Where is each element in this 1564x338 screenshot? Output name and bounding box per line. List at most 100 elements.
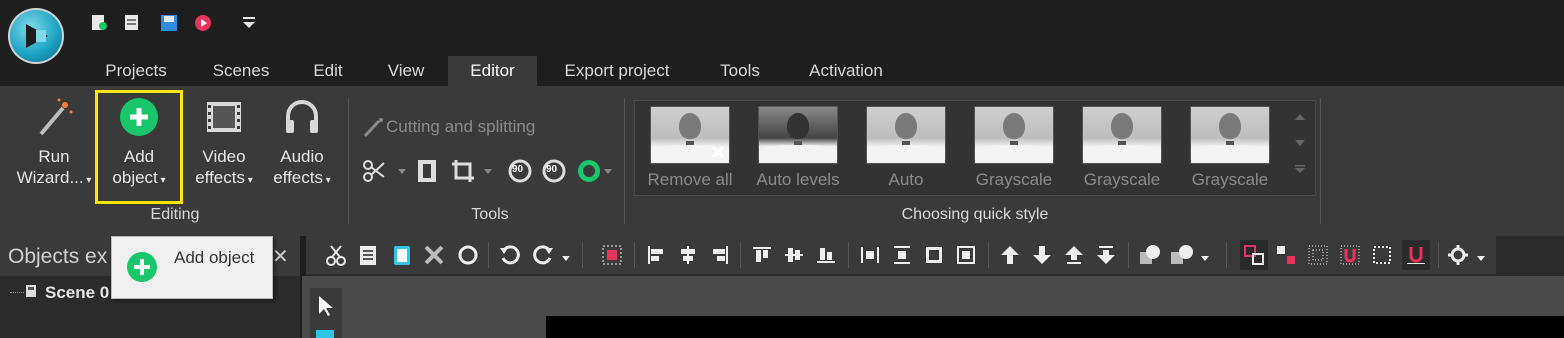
settings-gear-icon[interactable] <box>1446 240 1492 270</box>
scroll-down-icon[interactable] <box>1290 130 1310 156</box>
open-project-icon[interactable] <box>123 14 141 32</box>
tools-group-label: Tools <box>471 206 509 223</box>
headphones-icon <box>281 96 323 138</box>
snap-to-objects-icon[interactable] <box>1240 240 1268 270</box>
style-thumb-remove-all[interactable] <box>650 106 730 164</box>
rotate-right-button[interactable]: 90 <box>540 158 568 184</box>
trim-button[interactable] <box>414 158 440 184</box>
rotate-left-button[interactable]: 90 <box>506 158 534 184</box>
stabilize-button[interactable] <box>576 158 614 184</box>
tab-view[interactable]: View <box>370 56 442 86</box>
tab-projects[interactable]: Projects <box>90 56 182 86</box>
align-center-icon[interactable] <box>674 240 702 270</box>
ribbon-separator <box>1320 98 1321 224</box>
scissors-button[interactable] <box>362 158 408 184</box>
run-wizard-label-2: Wizard... <box>16 168 84 187</box>
tree-item-scene[interactable]: Scene 0 <box>45 283 109 303</box>
magnet-snap-icon[interactable] <box>1402 240 1430 270</box>
toolbar-separator <box>1226 242 1227 268</box>
safe-area-icon[interactable] <box>1368 240 1396 270</box>
tab-activation[interactable]: Activation <box>794 56 898 86</box>
crop-button[interactable] <box>450 158 496 184</box>
toolbar-separator <box>988 242 989 268</box>
paste-icon[interactable] <box>388 240 416 270</box>
add-plus-icon <box>118 96 160 138</box>
tab-scenes[interactable]: Scenes <box>196 56 286 86</box>
play-icon[interactable] <box>194 14 212 32</box>
gallery-expand-icon[interactable] <box>1290 156 1310 182</box>
add-object-tooltip: Add object <box>111 236 273 299</box>
pointer-tool-icon[interactable] <box>316 294 334 321</box>
undo-icon[interactable] <box>496 240 524 270</box>
style-thumb-auto[interactable] <box>866 106 946 164</box>
style-thumb-grayscale-2[interactable] <box>1082 106 1162 164</box>
align-middle-icon[interactable] <box>780 240 808 270</box>
toolbar-separator <box>1128 242 1129 268</box>
copy-icon[interactable] <box>354 240 382 270</box>
tab-editor[interactable]: Editor <box>448 56 537 86</box>
close-panel-icon[interactable]: ✕ <box>272 244 289 269</box>
shape-tool-icon[interactable] <box>316 330 334 338</box>
stabilize-icon <box>578 160 612 182</box>
distribute-horizontal-icon[interactable] <box>856 240 884 270</box>
style-label: Grayscale <box>1083 170 1161 189</box>
ungroup-icon[interactable] <box>1168 240 1214 270</box>
align-left-icon[interactable] <box>642 240 670 270</box>
style-thumb-grayscale-1[interactable] <box>974 106 1054 164</box>
distribute-vertical-icon[interactable] <box>888 240 916 270</box>
ribbon-separator <box>348 98 349 224</box>
crop-icon <box>452 160 492 182</box>
align-top-icon[interactable] <box>748 240 776 270</box>
cutting-splitting-label: Cutting and splitting <box>386 117 536 136</box>
delete-icon[interactable] <box>420 240 448 270</box>
toolbar-separator <box>740 242 741 268</box>
rotate-right-label: 90 <box>546 164 558 175</box>
scene-canvas[interactable] <box>546 316 1564 338</box>
fit-to-scene-icon[interactable] <box>952 240 980 270</box>
magic-wand-icon <box>33 96 75 138</box>
snap-to-edges-icon[interactable] <box>1272 240 1300 270</box>
style-label: Auto levels <box>756 170 840 189</box>
select-object-icon[interactable] <box>598 240 626 270</box>
video-effects-button[interactable]: Video effects ▾ <box>186 96 262 191</box>
new-project-icon[interactable] <box>90 14 108 32</box>
toolbar-separator <box>488 242 489 268</box>
cutting-splitting-button[interactable]: Cutting and splitting <box>362 116 535 138</box>
app-logo-icon[interactable] <box>8 8 64 64</box>
quick-style-group-label: Choosing quick style <box>901 206 1049 223</box>
circle-select-icon[interactable] <box>454 240 482 270</box>
tab-export-project[interactable]: Export project <box>548 56 686 86</box>
add-object-label-1: Add <box>123 147 155 166</box>
style-thumb-grayscale-3[interactable] <box>1190 106 1270 164</box>
add-plus-icon <box>126 251 158 288</box>
video-effects-label-2: effects <box>195 168 245 187</box>
add-object-button[interactable]: Add object ▾ <box>98 96 180 191</box>
objects-panel-title: Objects ex <box>8 245 108 268</box>
style-thumb-auto-levels[interactable] <box>758 106 838 164</box>
cut-icon[interactable] <box>322 240 350 270</box>
send-to-back-icon[interactable] <box>1092 240 1120 270</box>
run-wizard-button[interactable]: Run Wizard... ▾ <box>12 96 96 191</box>
scroll-up-icon[interactable] <box>1290 104 1310 130</box>
run-wizard-label-1: Run <box>38 147 70 166</box>
same-size-icon[interactable] <box>920 240 948 270</box>
save-icon[interactable] <box>160 14 178 32</box>
toolbar-separator <box>582 242 583 268</box>
rotate-left-label: 90 <box>512 164 524 175</box>
magnet-icon[interactable] <box>1336 240 1364 270</box>
audio-effects-button[interactable]: Audio effects ▾ <box>264 96 340 191</box>
bring-to-front-icon[interactable] <box>1060 240 1088 270</box>
tree-line <box>10 292 24 293</box>
gallery-scroll <box>1290 104 1310 188</box>
group-icon[interactable] <box>1136 240 1164 270</box>
customize-quick-access-icon[interactable] <box>240 14 258 32</box>
align-bottom-icon[interactable] <box>812 240 840 270</box>
tab-edit[interactable]: Edit <box>298 56 358 86</box>
move-down-icon[interactable] <box>1028 240 1056 270</box>
grid-icon[interactable] <box>1304 240 1332 270</box>
redo-icon[interactable] <box>530 240 574 270</box>
tooltip-text: Add object <box>174 248 255 267</box>
tab-tools[interactable]: Tools <box>700 56 780 86</box>
move-up-icon[interactable] <box>996 240 1024 270</box>
align-right-icon[interactable] <box>706 240 734 270</box>
